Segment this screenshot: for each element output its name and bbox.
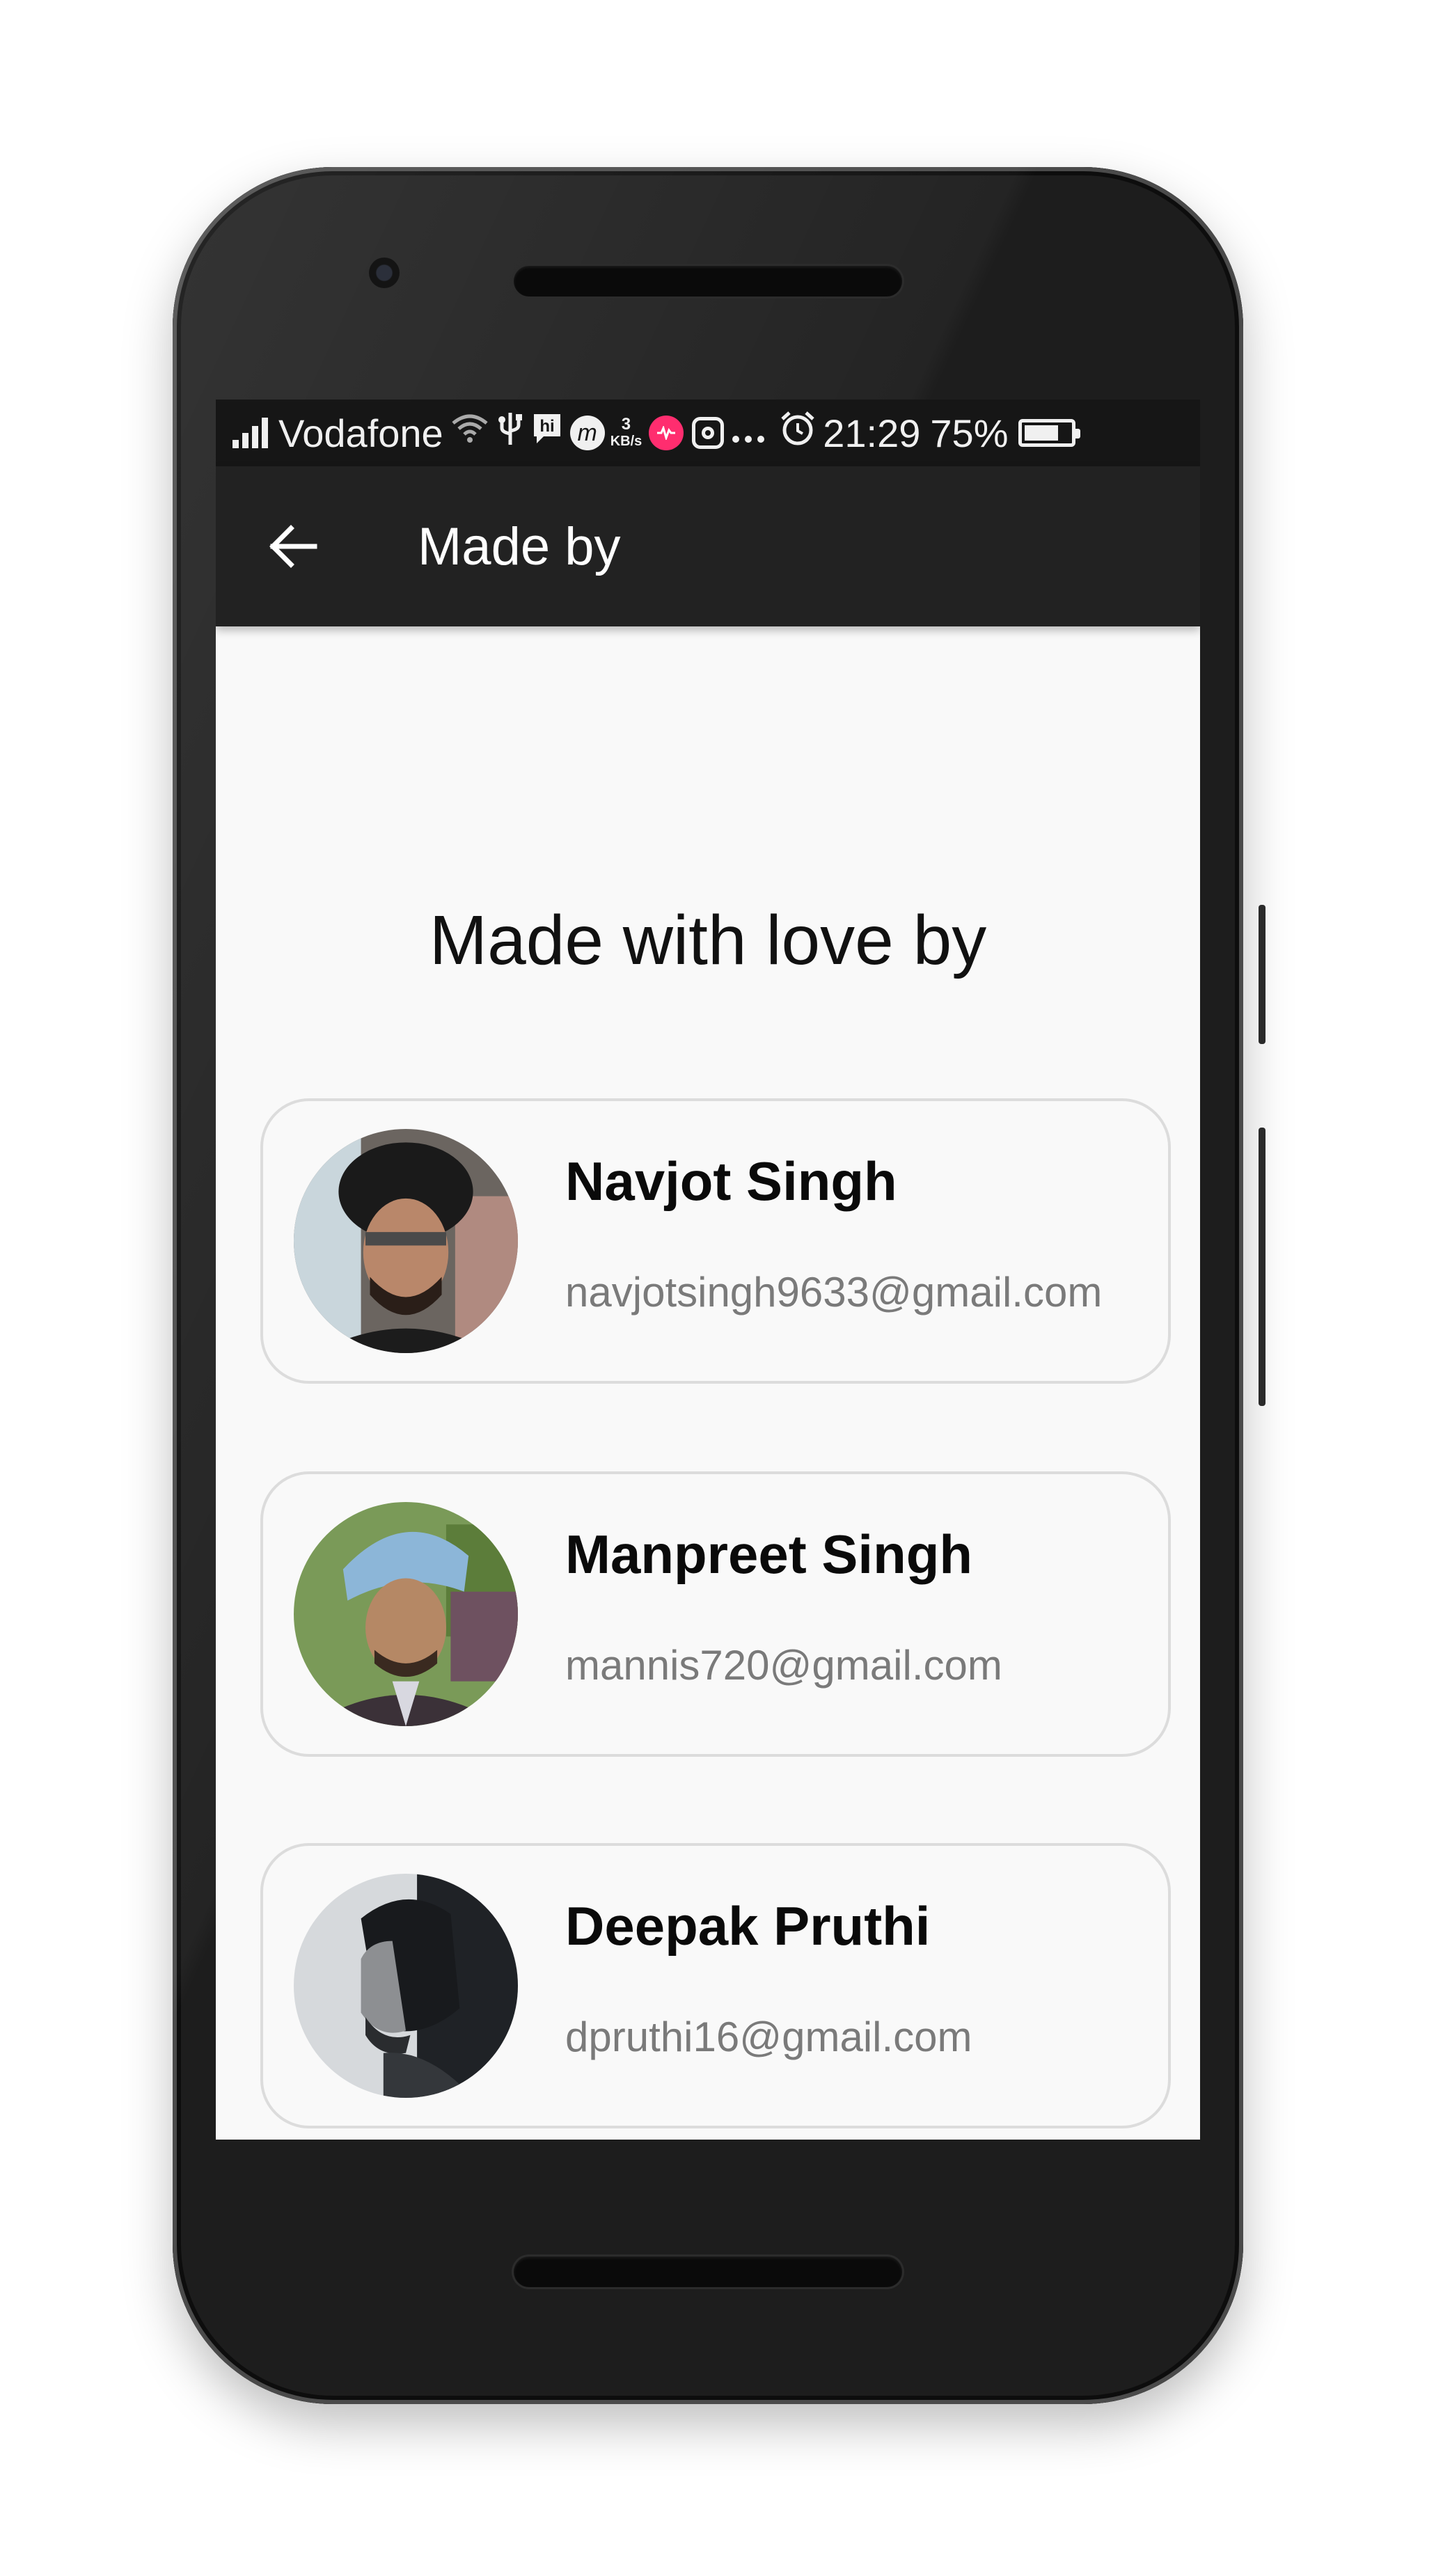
top-speaker — [514, 266, 902, 297]
musically-icon — [649, 416, 684, 450]
alarm-icon — [780, 411, 816, 455]
back-button[interactable] — [244, 498, 341, 595]
battery-fill — [1024, 425, 1058, 441]
instagram-icon — [692, 417, 725, 449]
wifi-icon — [450, 413, 489, 452]
person-name: Deepak Pruthi — [565, 1895, 931, 1957]
messenger-icon: m — [569, 416, 605, 450]
hike-icon: hi — [531, 411, 563, 455]
person-card[interactable]: Manpreet Singh mannis720@gmail.com — [260, 1471, 1171, 1757]
battery-icon — [1018, 419, 1080, 447]
status-bar: Vodafone hi m 3 KB/s 21:29 75% — [216, 400, 1200, 466]
person-name: Navjot Singh — [565, 1151, 897, 1212]
page-title: Made by — [418, 516, 621, 576]
person-email[interactable]: navjotsingh9633@gmail.com — [565, 1268, 1102, 1316]
avatar — [294, 1874, 518, 2098]
battery-percent: 75% — [930, 411, 1009, 455]
usb-icon — [496, 411, 524, 455]
person-card[interactable]: Navjot Singh navjotsingh9633@gmail.com — [260, 1098, 1171, 1384]
person-name: Manpreet Singh — [565, 1524, 973, 1585]
svg-text:hi: hi — [539, 417, 554, 436]
carrier-label: Vodafone — [278, 411, 443, 455]
arrow-left-icon — [269, 525, 317, 568]
app-bar: Made by — [216, 466, 1200, 626]
bottom-speaker — [514, 2257, 902, 2287]
front-camera — [369, 258, 400, 288]
power-button — [1259, 905, 1265, 1044]
network-speed-unit: KB/s — [610, 434, 642, 449]
person-email[interactable]: dpruthi16@gmail.com — [565, 2013, 972, 2061]
screen: Vodafone hi m 3 KB/s 21:29 75% Made by M… — [216, 400, 1200, 2140]
status-time: 21:29 — [823, 411, 921, 455]
network-speed: 3 KB/s — [610, 416, 642, 450]
avatar — [294, 1502, 518, 1726]
person-card[interactable]: Deepak Pruthi dpruthi16@gmail.com — [260, 1843, 1171, 2128]
person-email[interactable]: mannis720@gmail.com — [565, 1641, 1002, 1689]
more-icon — [731, 414, 766, 452]
avatar — [294, 1129, 518, 1353]
signal-icon — [232, 418, 271, 448]
phone-frame: Vodafone hi m 3 KB/s 21:29 75% Made by M… — [173, 167, 1243, 2404]
network-speed-value: 3 — [621, 415, 631, 434]
volume-button — [1259, 1128, 1265, 1406]
section-heading: Made with love by — [429, 901, 987, 979]
